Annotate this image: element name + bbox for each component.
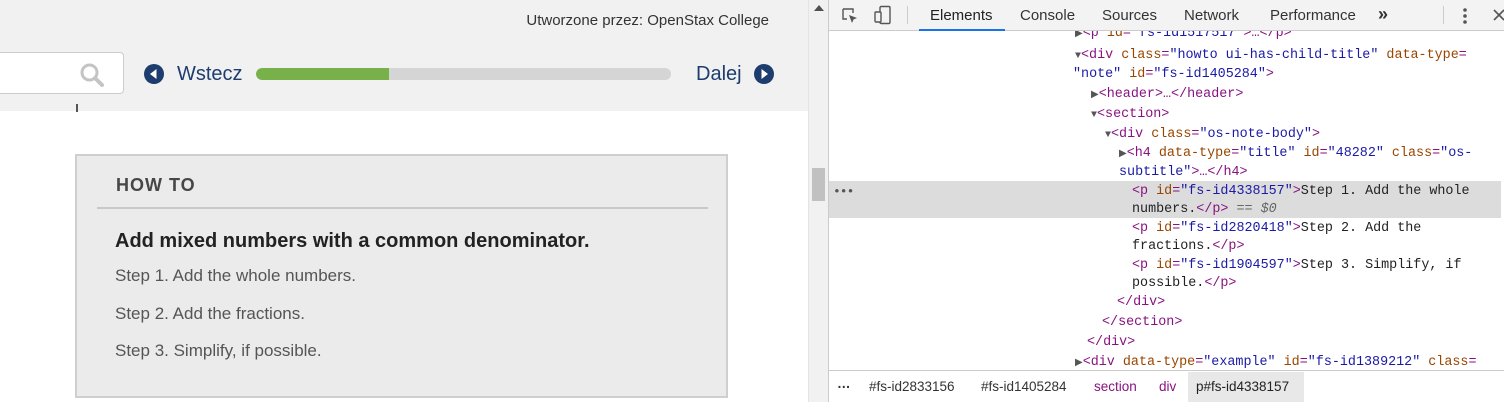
howto-title: Add mixed numbers with a common denomina… [115,230,590,252]
dom-node-line[interactable]: ▶<p id="fs-id1517517">…</p> [1075,31,1292,45]
breadcrumb-item[interactable]: #fs-id1405284 [981,379,1067,394]
divider [97,207,708,209]
breadcrumb-item[interactable]: section [1094,379,1137,394]
close-icon[interactable] [1493,8,1504,22]
howto-box: HOW TO Add mixed numbers with a common d… [75,154,728,398]
kebab-menu-icon[interactable] [1461,6,1469,26]
breadcrumb-overflow[interactable]: … [837,376,851,391]
top-bar: Utworzone przez: OpenStax College Wstecz… [0,0,808,111]
breadcrumb: … #fs-id2833156 #fs-id1405284 section di… [829,370,1504,402]
expand-arrow-icon[interactable]: ▶ [1075,358,1083,369]
arrow-right-icon [753,64,774,84]
dom-node-line-cont[interactable]: fractions.</p> [1132,238,1245,257]
search-input[interactable] [0,52,124,94]
dom-node-line-cont[interactable]: numbers.</p> == $0 [1132,201,1277,220]
next-button[interactable]: Dalej [696,61,774,87]
howto-step: Step 3. Simplify, if possible. [115,341,322,360]
dom-node-line[interactable]: </section> [1102,314,1182,333]
dom-node-line[interactable]: <p id="fs-id2820418">Step 2. Add the [1132,220,1421,239]
page-content: Utworzone przez: OpenStax College Wstecz… [0,0,808,402]
progress-bar [256,68,671,80]
dom-node-line-selected[interactable]: <p id="fs-id4338157">Step 1. Add the who… [1132,183,1470,202]
dom-tree: ••• ▶<p id="fs-id1517517">…</p> ▼<div cl… [829,31,1504,370]
inspect-element-icon[interactable] [841,7,859,25]
tab-elements[interactable]: Elements [930,7,993,24]
scrollbar-thumb[interactable] [812,168,825,201]
progress-fill [256,68,389,80]
arrow-left-icon [144,64,164,84]
expand-arrow-icon[interactable]: ▶ [1091,90,1099,101]
devtools-toolbar: Elements Console Sources Network Perform… [829,0,1504,31]
dom-node-line[interactable]: </div> [1117,294,1165,313]
dom-node-line[interactable]: ▼<section> [1091,106,1169,126]
dom-node-line[interactable]: ▶<header>…</header> [1091,86,1243,106]
dom-node-line[interactable]: </div> [1087,334,1135,353]
breadcrumb-item-selected[interactable]: p#fs-id4338157 [1196,379,1289,394]
device-toolbar-icon[interactable] [873,5,893,25]
expand-arrow-icon[interactable]: ▶ [1119,149,1127,160]
dom-node-line[interactable]: <p id="fs-id1904597">Step 3. Simplify, i… [1132,257,1462,276]
breadcrumb-item[interactable]: #fs-id2833156 [869,379,955,394]
expand-arrow-icon[interactable]: ▶ [1075,31,1083,40]
more-tabs-button[interactable]: » [1378,4,1388,25]
dom-node-line[interactable]: ▶<h4 data-type="title" id="48282" class=… [1119,145,1472,165]
text-fragment-mark [76,104,78,112]
howto-step: Step 2. Add the fractions. [115,304,305,323]
scroll-up-arrow-icon[interactable] [814,5,824,11]
tab-sources[interactable]: Sources [1102,7,1157,24]
selected-marker: == $0 [1236,202,1277,217]
page-scrollbar[interactable] [808,0,828,402]
breadcrumb-item[interactable]: div [1159,379,1176,394]
toolbar-separator [907,6,908,24]
devtools-panel: Elements Console Sources Network Perform… [828,0,1504,402]
dom-node-line[interactable]: ▶<div data-type="example" id="fs-id13892… [1075,354,1477,370]
howto-header: HOW TO [116,175,196,195]
dom-node-line[interactable]: ▼<div class="howto ui-has-child-title" d… [1075,47,1467,67]
dom-node-line[interactable]: ▼<div class="os-note-body"> [1105,126,1320,146]
next-label: Dalej [696,62,742,85]
prev-label: Wstecz [177,62,243,85]
search-icon[interactable] [79,62,105,88]
prev-button[interactable]: Wstecz [144,61,243,87]
tab-performance[interactable]: Performance [1270,7,1356,24]
author-line: Utworzone przez: OpenStax College [526,12,769,29]
dom-node-line-cont[interactable]: "note" id="fs-id1405284"> [1073,66,1274,85]
dom-node-line-cont[interactable]: subtitle">…</h4> [1119,164,1248,183]
tab-network[interactable]: Network [1184,7,1239,24]
node-actions-ellipsis[interactable]: ••• [833,183,854,202]
howto-step: Step 1. Add the whole numbers. [115,266,356,285]
toolbar-separator [1443,6,1444,24]
tab-console[interactable]: Console [1020,7,1075,24]
dom-node-line-cont[interactable]: possible.</p> [1132,275,1236,294]
